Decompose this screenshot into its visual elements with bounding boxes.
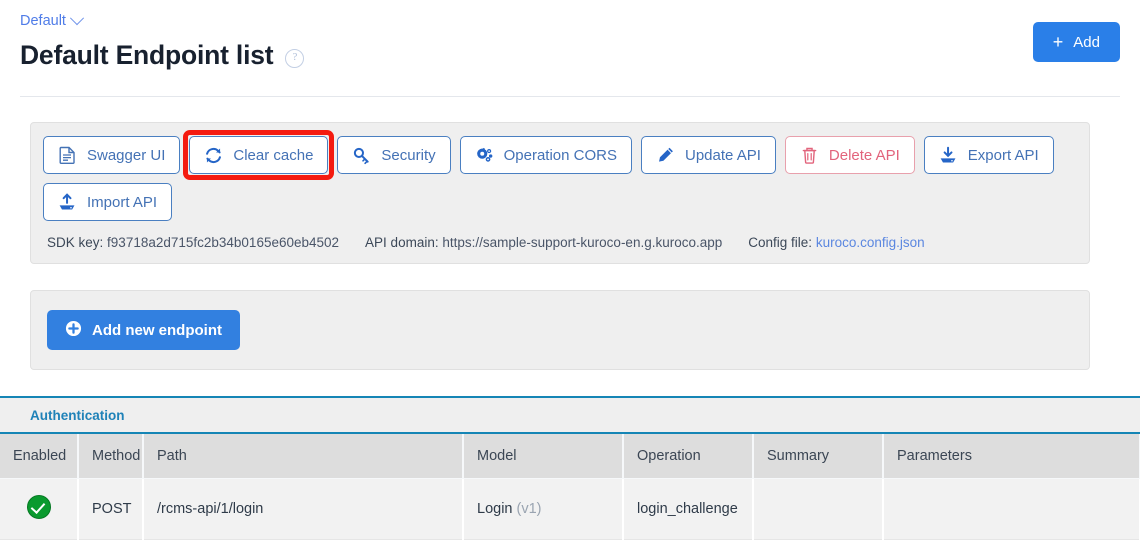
api-toolbar-panel: Swagger UI Clear cache Security Operatio… [30,122,1090,265]
column-header-summary[interactable]: Summary [753,434,884,480]
column-header-parameters[interactable]: Parameters [883,434,1140,480]
config-file-label: Config file: [748,235,813,251]
config-file-link[interactable]: kuroco.config.json [816,235,925,250]
swagger-ui-button[interactable]: Swagger UI [43,136,181,175]
table-header-row: Enabled Method Path Model Operation Summ… [0,434,1140,480]
clear-cache-button[interactable]: Clear cache [189,136,329,175]
api-meta-row: SDK key: f93718a2d715fc2b34b0165e60eb450… [43,221,1077,263]
sdk-key-field: SDK key: f93718a2d715fc2b34b0165e60eb450… [47,235,339,250]
operation-cors-label: Operation CORS [503,146,617,164]
trash-icon [800,146,819,165]
cell-parameters [883,478,1140,541]
key-icon [352,146,371,165]
import-api-button[interactable]: Import API [43,183,173,222]
delete-api-button[interactable]: Delete API [784,136,915,175]
add-endpoint-panel: Add new endpoint [30,290,1090,371]
security-label: Security [381,146,436,164]
export-api-button[interactable]: Export API [923,136,1054,175]
sdk-key-label: SDK key: [47,235,104,251]
operation-cors-button[interactable]: Operation CORS [459,136,632,175]
question-mark-circle-icon[interactable]: ? [285,48,305,68]
api-domain-label: API domain: [365,235,439,251]
sdk-key-value: f93718a2d715fc2b34b0165e60eb4502 [107,235,340,251]
cell-method: POST [78,478,144,541]
page-title: Default Endpoint list [20,40,274,70]
download-icon [939,146,958,165]
import-api-label: Import API [87,193,158,211]
add-button[interactable]: + Add [1032,22,1120,62]
pencil-icon [656,146,675,165]
cell-enabled [0,478,79,541]
swagger-ui-label: Swagger UI [87,146,166,164]
add-new-endpoint-button[interactable]: Add new endpoint [47,310,240,351]
security-button[interactable]: Security [337,136,451,175]
column-header-operation[interactable]: Operation [623,434,754,480]
column-header-model[interactable]: Model [463,434,624,480]
check-circle-icon [26,495,51,520]
endpoint-table: Enabled Method Path Model Operation Summ… [0,434,1140,541]
clear-cache-label: Clear cache [233,146,314,164]
add-button-label: Add [1073,33,1100,51]
breadcrumb[interactable]: Default [20,11,85,29]
cell-operation: login_challenge [623,478,754,541]
header-divider [20,96,1120,98]
plus-circle-icon [65,320,82,341]
plus-icon: + [1052,32,1064,52]
model-version: (v1) [516,501,542,518]
toolbar-button-row: Swagger UI Clear cache Security Operatio… [43,136,1077,175]
api-domain-field: API domain: https://sample-support-kuroc… [365,235,722,250]
toolbar-button-row-2: Import API [43,183,1077,222]
update-api-button[interactable]: Update API [641,136,776,175]
add-new-endpoint-label: Add new endpoint [92,321,222,339]
page-header: Default Default Endpoint list ? + Add [0,0,1140,70]
export-api-label: Export API [967,146,1039,164]
document-icon [58,146,77,165]
column-header-enabled[interactable]: Enabled [0,434,79,480]
tab-authentication[interactable]: Authentication [30,408,125,423]
cell-model: Login (v1) [463,478,624,541]
gears-icon [475,146,494,165]
cell-summary [753,478,884,541]
title-row: Default Endpoint list ? [20,40,1120,70]
table-row[interactable]: POST /rcms-api/1/login Login (v1) login_… [0,478,1140,541]
delete-api-label: Delete API [828,146,900,164]
breadcrumb-label: Default [20,13,66,29]
model-name: Login [477,501,513,518]
refresh-icon [204,146,223,165]
column-header-path[interactable]: Path [143,434,464,480]
config-file-field: Config file: kuroco.config.json [748,235,924,250]
api-domain-value: https://sample-support-kuroco-en.g.kuroc… [442,235,723,251]
chevron-down-icon [69,11,85,26]
cell-path: /rcms-api/1/login [143,478,464,541]
endpoint-tabs-bar: Authentication [0,396,1140,435]
upload-icon [58,192,77,212]
column-header-method[interactable]: Method [78,434,144,480]
update-api-label: Update API [685,146,761,164]
